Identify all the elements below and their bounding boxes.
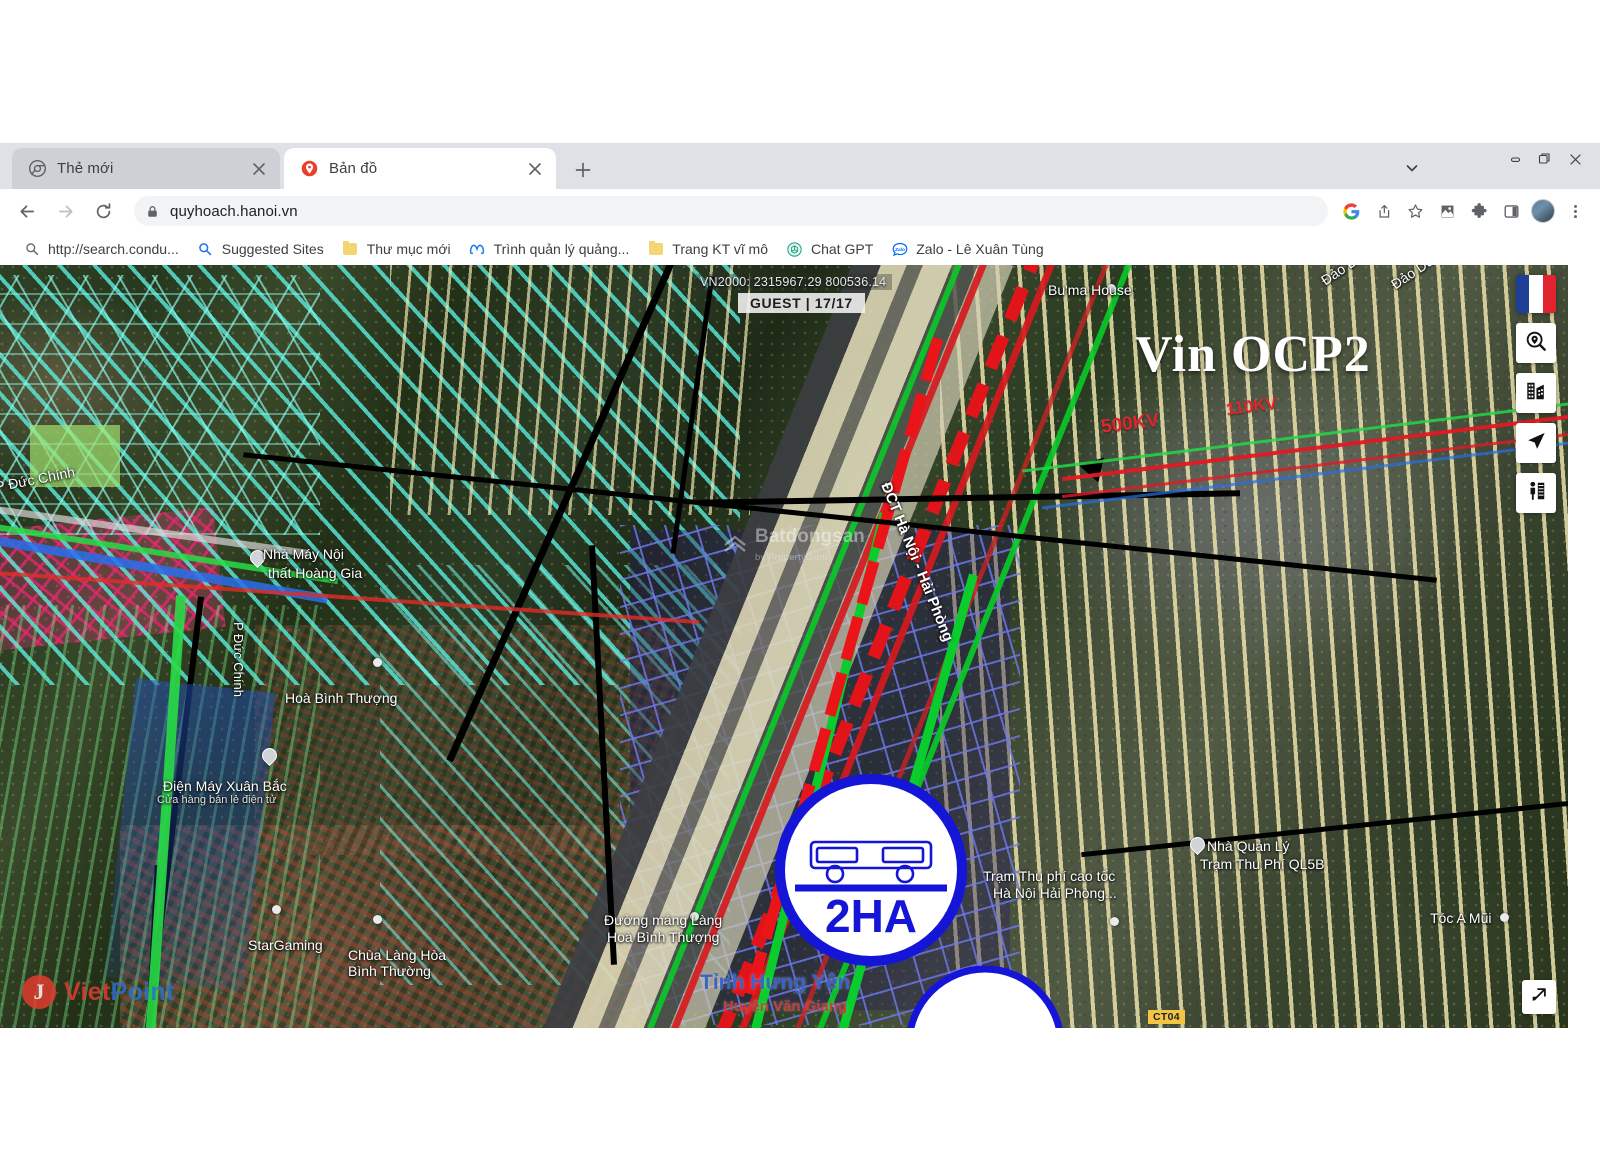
bookmark-label: Zalo - Lê Xuân Tùng	[916, 241, 1044, 257]
bookmark-trinh-quan-ly-quang-cao[interactable]: Trình quản lý quảng...	[460, 236, 639, 262]
measure-button[interactable]	[1516, 373, 1556, 413]
bookmark-chat-gpt[interactable]: Chat GPT	[777, 236, 882, 262]
tab-title: Bản đồ	[329, 160, 378, 177]
bookmark-label: Chat GPT	[811, 241, 874, 257]
poi-dot-stargaming[interactable]	[272, 905, 281, 914]
search-icon	[23, 241, 40, 258]
share-icon[interactable]	[1368, 196, 1398, 226]
maximize-restore-button[interactable]	[1530, 147, 1560, 171]
forward-button[interactable]	[48, 194, 82, 228]
navigate-button[interactable]	[1516, 423, 1556, 463]
flag-language-button[interactable]	[1516, 275, 1556, 313]
vietpoint-text-a: Viet	[64, 977, 111, 1006]
tab-title: Thẻ mới	[57, 160, 114, 177]
poi-dot-chua-lang[interactable]	[373, 915, 382, 924]
lock-icon	[146, 205, 159, 218]
close-window-button[interactable]	[1560, 147, 1590, 171]
toolbar-icon-group	[1336, 196, 1590, 226]
parcel-tag-ct04: CT04	[1148, 1010, 1185, 1024]
browser-toolbar: quyhoach.hanoi.vn	[0, 189, 1600, 233]
meta-icon	[469, 241, 486, 258]
land-seal-partial	[905, 965, 1065, 1028]
arrow-corner-icon	[1530, 986, 1548, 1009]
url-text: quyhoach.hanoi.vn	[170, 202, 298, 220]
address-bar[interactable]: quyhoach.hanoi.vn	[134, 196, 1328, 226]
bottom-margin	[0, 1028, 1600, 1172]
coordinate-readout: VN2000: 2315967.29 800536.14	[694, 274, 893, 290]
folder-icon	[647, 241, 664, 258]
navigation-arrow-icon	[1525, 430, 1547, 457]
browser-window: Thẻ mới Bản đồ quyhoach.hanoi.vn http://…	[0, 143, 1600, 265]
zalo-icon: Zalo	[891, 241, 908, 258]
avatar	[1531, 199, 1555, 223]
close-icon[interactable]	[524, 158, 546, 180]
bookmark-label: Trình quản lý quảng...	[493, 241, 630, 257]
vietpoint-logo: J VietPoint	[22, 975, 175, 1009]
zone-green-patch	[30, 425, 120, 487]
search-blue-icon	[197, 241, 214, 258]
watermark-logo-icon	[722, 532, 748, 561]
bookmark-label: Thư mục mới	[366, 241, 451, 257]
poi-dot-tram-thu-phi[interactable]	[1110, 917, 1119, 926]
window-controls	[1500, 147, 1590, 171]
collapse-corner-button[interactable]	[1522, 980, 1556, 1014]
browser-tab-ban-do[interactable]: Bản đồ	[284, 148, 556, 189]
map-site-icon	[300, 160, 318, 178]
more-menu-icon[interactable]	[1560, 196, 1590, 226]
new-tab-button[interactable]	[568, 155, 598, 185]
folder-icon	[342, 241, 359, 258]
chevron-down-icon[interactable]	[1399, 155, 1425, 181]
bookmark-label: Trang KT vĩ mô	[672, 241, 768, 257]
streetview-button[interactable]	[1516, 473, 1556, 513]
minimize-button[interactable]	[1500, 147, 1530, 171]
ruler-building-icon	[1525, 380, 1547, 407]
bookmark-suggested-sites[interactable]: Suggested Sites	[188, 236, 333, 262]
right-margin	[1568, 265, 1600, 1028]
tab-strip: Thẻ mới Bản đồ	[0, 143, 1600, 189]
screenshot-root: Thẻ mới Bản đồ quyhoach.hanoi.vn http://…	[0, 0, 1600, 1172]
land-seal-2ha: 2HA	[771, 770, 971, 970]
reload-button[interactable]	[86, 194, 120, 228]
search-location-button[interactable]	[1516, 323, 1556, 363]
extensions-puzzle-icon[interactable]	[1464, 196, 1494, 226]
highlight-title: Vin OCP2	[1135, 326, 1371, 383]
bookmark-thu-muc-moi[interactable]: Thư mục mới	[333, 236, 460, 262]
bookmark-trang-kt-vi-mo[interactable]: Trang KT vĩ mô	[638, 236, 777, 262]
vietpoint-text-b: Point	[110, 977, 175, 1006]
svg-text:Zalo: Zalo	[895, 247, 905, 253]
poi-dot-toc-a-mui[interactable]	[1500, 913, 1509, 922]
poi-dot-hoa-binh-thuong[interactable]	[373, 658, 382, 667]
chrome-icon	[28, 160, 46, 178]
google-icon[interactable]	[1336, 196, 1366, 226]
session-badge: GUEST | 17/17	[738, 293, 865, 313]
bookmark-star-icon[interactable]	[1400, 196, 1430, 226]
bookmark-label: Suggested Sites	[221, 241, 324, 257]
watermark-brand: Batdongsan	[755, 526, 865, 547]
poi-dot-burma-house[interactable]	[1107, 284, 1116, 293]
seal-text: 2HA	[825, 890, 917, 942]
bookmark-zalo[interactable]: Zalo Zalo - Lê Xuân Tùng	[882, 236, 1052, 262]
pegman-icon	[1525, 480, 1547, 507]
side-panel-icon[interactable]	[1496, 196, 1526, 226]
france-flag-icon	[1516, 275, 1530, 313]
bookmark-label: http://search.condu...	[48, 241, 179, 257]
vietpoint-mark-icon: J	[22, 975, 56, 1009]
map-control-stack	[1516, 275, 1556, 513]
zone-hatch-triangular	[0, 275, 320, 535]
bookmark-search-conduit[interactable]: http://search.condu...	[14, 236, 188, 262]
back-button[interactable]	[10, 194, 44, 228]
poi-dot-duong-mang-lang[interactable]	[690, 912, 699, 921]
watermark: Batdongsan by PropertyGuru	[722, 527, 865, 565]
browser-tab-the-moi[interactable]: Thẻ mới	[12, 148, 280, 189]
map-viewport[interactable]: VN2000: 2315967.29 800536.14 GUEST | 17/…	[0, 265, 1568, 1028]
watermark-tagline: by PropertyGuru	[755, 552, 828, 563]
reading-list-icon[interactable]	[1432, 196, 1462, 226]
close-icon[interactable]	[248, 158, 270, 180]
profile-avatar[interactable]	[1528, 196, 1558, 226]
magnifier-pin-icon	[1525, 330, 1547, 357]
bookmarks-bar: http://search.condu... Suggested Sites T…	[0, 233, 1600, 265]
chatgpt-icon	[786, 241, 803, 258]
